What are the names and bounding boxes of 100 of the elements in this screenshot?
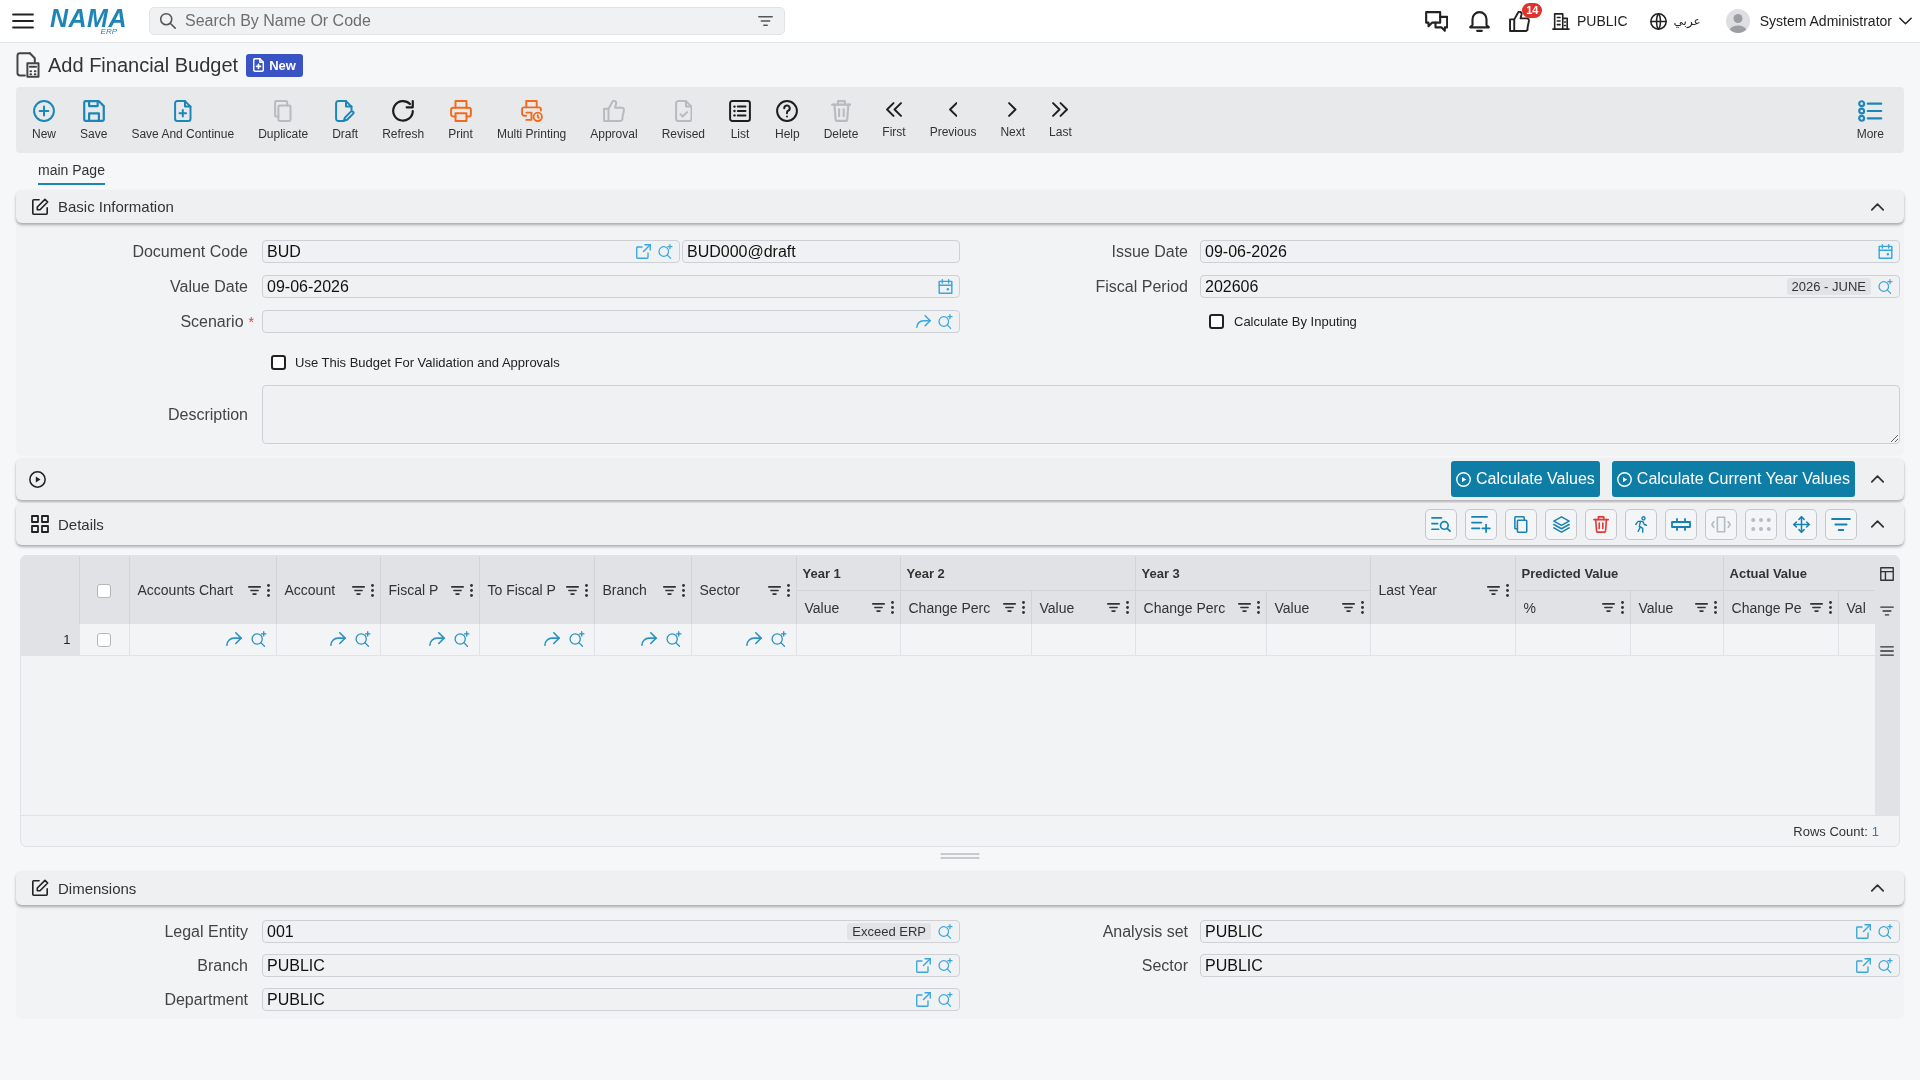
filter-icon[interactable] xyxy=(450,585,464,595)
filter-icon[interactable] xyxy=(758,16,773,26)
filter-icon[interactable] xyxy=(1341,603,1355,612)
row-checkbox[interactable] xyxy=(97,633,111,647)
grid-tool-button[interactable] xyxy=(1545,508,1577,540)
kebab-menu-icon[interactable] xyxy=(1828,601,1832,614)
scenario-field[interactable] xyxy=(262,310,960,333)
search-plus-icon[interactable] xyxy=(453,631,470,648)
filter-icon[interactable] xyxy=(351,585,365,595)
lookup-field[interactable]: 001 Exceed ERP xyxy=(262,920,960,943)
search-plus-icon[interactable] xyxy=(250,631,267,648)
new-button[interactable]: New xyxy=(20,99,68,141)
draft-button[interactable]: Draft xyxy=(320,99,371,141)
forward-arrow-icon[interactable] xyxy=(640,631,657,648)
kebab-menu-icon[interactable] xyxy=(1620,601,1624,614)
grid-tool-button[interactable] xyxy=(1625,508,1657,540)
lookup-field[interactable]: PUBLIC xyxy=(262,954,960,977)
filter-icon[interactable] xyxy=(662,585,676,595)
chevron-up-icon[interactable] xyxy=(1871,202,1884,211)
kebab-menu-icon[interactable] xyxy=(584,583,588,597)
refresh-button[interactable]: Refresh xyxy=(370,99,437,141)
table-cell[interactable] xyxy=(691,624,796,655)
filter-icon[interactable] xyxy=(1809,603,1823,612)
grid-tool-button[interactable] xyxy=(1785,508,1817,540)
column-title[interactable]: Accounts Chart xyxy=(137,582,242,598)
search-plus-icon[interactable] xyxy=(1878,279,1893,294)
external-link-icon[interactable] xyxy=(1856,958,1871,973)
previous-button[interactable]: Previous xyxy=(917,101,989,139)
help-button[interactable]: Help xyxy=(763,99,812,141)
column-title[interactable]: Account xyxy=(284,582,346,598)
lookup-field[interactable]: PUBLIC xyxy=(262,988,960,1011)
forward-arrow-icon[interactable] xyxy=(543,631,560,648)
search-plus-icon[interactable] xyxy=(938,992,953,1007)
kebab-menu-icon[interactable] xyxy=(1125,601,1129,614)
forward-arrow-icon[interactable] xyxy=(428,631,445,648)
search-field[interactable]: Search By Name Or Code xyxy=(149,7,785,35)
filter-icon[interactable] xyxy=(565,585,579,595)
kebab-menu-icon[interactable] xyxy=(1360,601,1364,614)
lookup-field[interactable]: PUBLIC xyxy=(1200,920,1900,943)
next-button[interactable]: Next xyxy=(988,101,1038,139)
calculate-button[interactable]: Calculate Values xyxy=(1450,461,1600,497)
table-columns-icon[interactable] xyxy=(1880,567,1894,581)
filter-icon[interactable] xyxy=(1002,603,1016,612)
description-field[interactable] xyxy=(262,385,1900,444)
column-title[interactable]: To Fiscal P xyxy=(487,582,560,598)
filter-icon[interactable] xyxy=(1601,603,1615,612)
kebab-menu-icon[interactable] xyxy=(266,583,270,597)
fiscal-period-field[interactable]: 202606 2026 - JUNE xyxy=(1200,275,1900,298)
calendar-icon[interactable] xyxy=(1878,244,1893,259)
date-field[interactable]: 09-06-2026 xyxy=(1200,240,1900,263)
search-plus-icon[interactable] xyxy=(938,958,953,973)
calendar-icon[interactable] xyxy=(938,279,953,294)
grid-tool-button[interactable] xyxy=(1585,508,1617,540)
calculate-button[interactable]: Calculate Current Year Values xyxy=(1611,461,1855,497)
user-menu[interactable]: System Administrator xyxy=(1725,9,1912,33)
first-button[interactable]: First xyxy=(870,101,918,139)
filter-icon[interactable] xyxy=(767,585,781,595)
search-plus-icon[interactable] xyxy=(665,631,682,648)
company-selector[interactable]: PUBLIC xyxy=(1552,12,1628,30)
kebab-menu-icon[interactable] xyxy=(469,583,473,597)
search-plus-icon[interactable] xyxy=(1878,958,1893,973)
filter-icon[interactable] xyxy=(1486,585,1500,595)
play-circle-icon[interactable] xyxy=(29,470,46,488)
document-number-field[interactable]: BUD000@draft xyxy=(682,240,960,263)
last-button[interactable]: Last xyxy=(1037,101,1084,139)
checkbox[interactable] xyxy=(1209,314,1224,329)
bell-icon[interactable] xyxy=(1469,10,1491,32)
forward-arrow-icon[interactable] xyxy=(329,631,346,648)
drag-handle-icon[interactable] xyxy=(940,853,980,859)
kebab-menu-icon[interactable] xyxy=(1256,601,1260,614)
chevron-up-icon[interactable] xyxy=(1871,520,1884,528)
kebab-menu-icon[interactable] xyxy=(890,601,894,614)
column-title[interactable]: Sector xyxy=(699,582,762,598)
menu-icon[interactable] xyxy=(12,13,34,29)
filter-icon[interactable] xyxy=(1237,603,1251,612)
multi-printing-button[interactable]: Multi Printing xyxy=(484,99,579,141)
external-link-icon[interactable] xyxy=(636,244,651,259)
table-cell[interactable] xyxy=(129,624,276,655)
chevron-up-icon[interactable] xyxy=(1871,475,1884,483)
kebab-menu-icon[interactable] xyxy=(1021,601,1025,614)
kebab-menu-icon[interactable] xyxy=(681,583,685,597)
date-field[interactable]: 09-06-2026 xyxy=(262,275,960,298)
filter-icon[interactable] xyxy=(871,603,885,612)
kebab-menu-icon[interactable] xyxy=(370,583,374,597)
kebab-menu-icon[interactable] xyxy=(1713,601,1717,614)
document-code-field[interactable]: BUD xyxy=(262,240,680,263)
kebab-menu-icon[interactable] xyxy=(786,583,790,597)
chevron-up-icon[interactable] xyxy=(1871,884,1884,892)
table-cell[interactable] xyxy=(479,624,594,655)
page-tab[interactable]: main Page xyxy=(38,162,105,185)
filter-icon[interactable] xyxy=(1880,606,1894,616)
filter-icon[interactable] xyxy=(247,585,261,595)
save-and-continue-button[interactable]: Save And Continue xyxy=(119,99,247,141)
lookup-field[interactable]: PUBLIC xyxy=(1200,954,1900,977)
forward-arrow-icon[interactable] xyxy=(225,631,242,648)
grid-tool-button[interactable] xyxy=(1425,508,1457,540)
more-button[interactable]: More xyxy=(1844,99,1896,141)
external-link-icon[interactable] xyxy=(916,958,931,973)
search-plus-icon[interactable] xyxy=(568,631,585,648)
search-plus-icon[interactable] xyxy=(938,924,953,939)
